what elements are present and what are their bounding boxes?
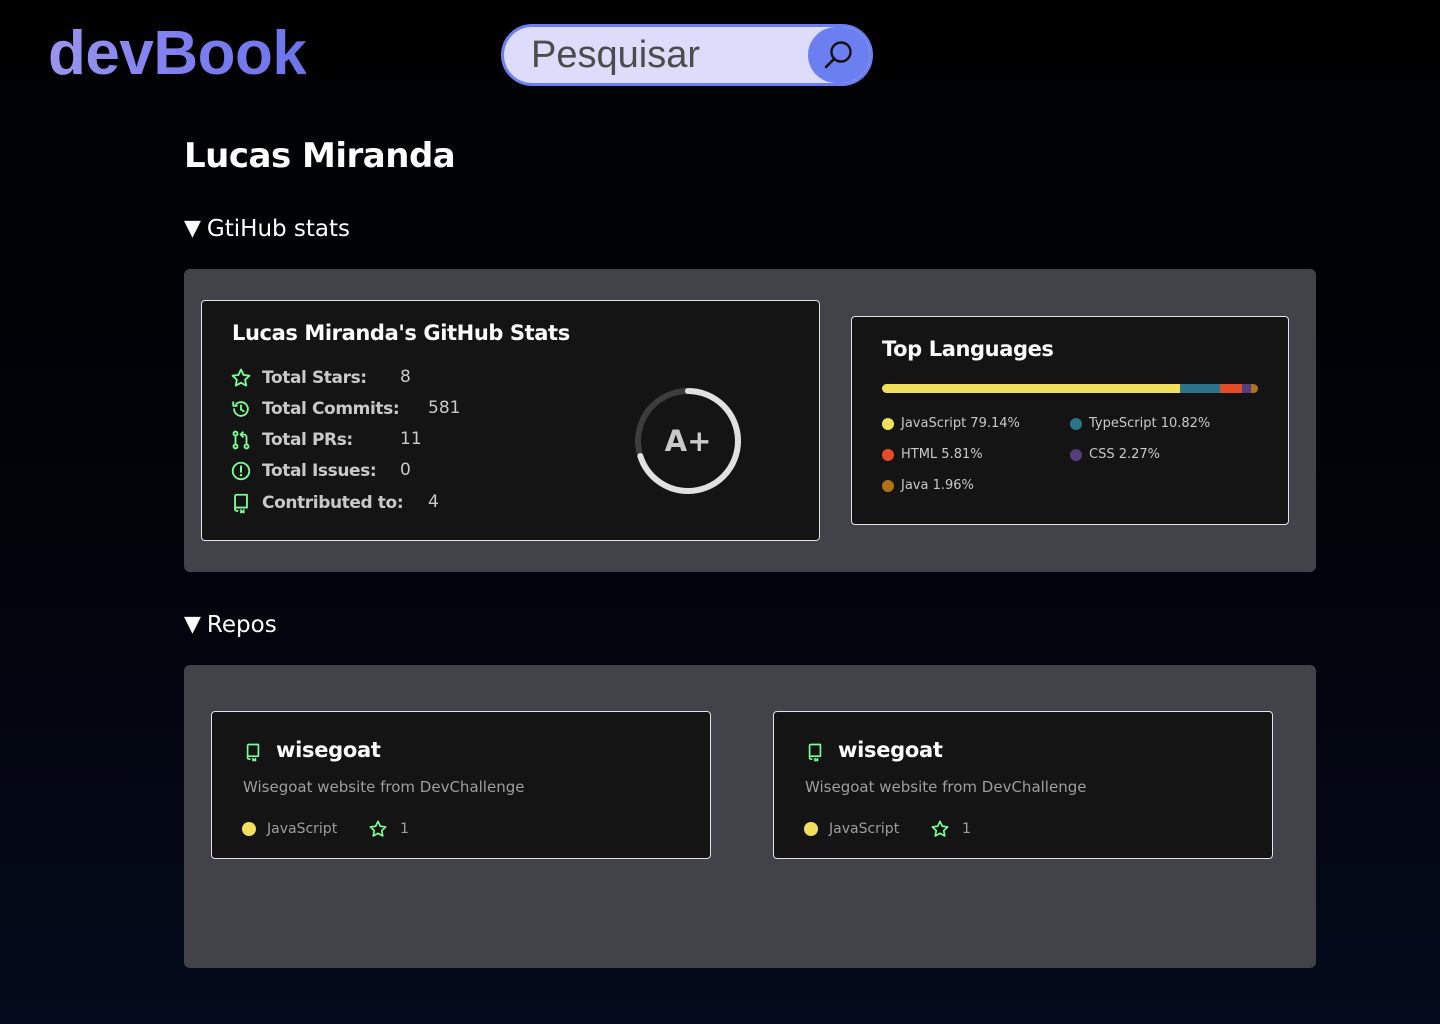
top-languages-card: Top Languages JavaScript 79.14% TypeScri… [851,316,1289,525]
language-bar-segment [1179,384,1221,393]
stat-label: Total PRs: [262,430,353,450]
stat-value: 0 [400,460,411,480]
repo-name-link[interactable]: wisegoat [838,738,943,762]
language-label: JavaScript 79.14% [901,416,1020,431]
repos-section-label: Repos [206,612,277,638]
language-legend-item: HTML 5.81% [882,447,983,462]
repo-icon [808,743,822,762]
star-icon [931,820,949,837]
language-label: HTML 5.81% [901,447,983,462]
languages-progress-bar [882,384,1258,393]
github-stats-card: Lucas Miranda's GitHub Stats Total Stars… [201,300,820,541]
language-bar-segment [1220,384,1243,393]
repos-section-toggle[interactable]: ▼ Repos [184,612,277,638]
language-bar-segment [1250,384,1258,393]
stat-value: 8 [400,367,411,387]
stat-value: 11 [400,429,422,449]
commit-history-icon [230,398,252,420]
star-icon [369,820,387,837]
repo-icon [230,492,252,514]
stats-panel: Lucas Miranda's GitHub Stats Total Stars… [184,269,1316,572]
language-color-dot [1070,417,1082,430]
logo[interactable]: devBook [48,18,307,90]
rank-ring: A+ [632,385,744,497]
stat-label: Total Issues: [262,461,377,481]
stat-row-commits: Total Commits: 581 [230,396,460,422]
stat-row-stars: Total Stars: 8 [230,365,411,391]
star-icon [230,367,252,389]
search-input[interactable] [504,27,804,83]
language-color-dot [882,479,894,492]
stat-row-prs: Total PRs: 11 [230,427,422,453]
language-color-dot [242,822,256,836]
search-button[interactable] [808,27,870,83]
stat-label: Total Stars: [262,368,367,388]
stat-value: 4 [428,492,439,512]
language-legend-item: TypeScript 10.82% [1070,416,1210,431]
repo-icon [246,743,260,762]
caret-down-icon: ▼ [184,612,201,637]
rank-grade: A+ [664,424,712,458]
repo-language: JavaScript [267,821,338,837]
language-color-dot [1070,448,1082,461]
search-icon [824,41,852,69]
stat-label: Contributed to: [262,493,404,513]
language-bar-segment [1242,384,1251,393]
language-legend-item: Java 1.96% [882,478,974,493]
language-label: CSS 2.27% [1089,447,1161,462]
language-legend-item: JavaScript 79.14% [882,416,1020,431]
stats-card-title: Lucas Miranda's GitHub Stats [232,321,570,345]
languages-card-title: Top Languages [882,337,1054,361]
language-color-dot [882,417,894,430]
repos-panel: wisegoat Wisegoat website from DevChalle… [184,665,1316,968]
language-label: TypeScript 10.82% [1089,416,1211,431]
language-bar-segment [882,384,1180,393]
repo-card[interactable]: wisegoat Wisegoat website from DevChalle… [773,711,1273,859]
language-color-dot [804,822,818,836]
language-color-dot [882,448,894,461]
stat-row-contributed: Contributed to: 4 [230,490,439,516]
stat-row-issues: Total Issues: 0 [230,458,411,484]
repo-language: JavaScript [829,821,900,837]
repo-name-link[interactable]: wisegoat [276,738,381,762]
stats-section-toggle[interactable]: ▼ GtiHub stats [184,216,350,242]
issue-icon [230,460,252,482]
language-legend-item: CSS 2.27% [1070,447,1160,462]
stats-section-label: GtiHub stats [206,216,351,242]
pull-request-icon [230,429,252,451]
repo-description: Wisegoat website from DevChallenge [243,778,525,796]
stat-label: Total Commits: [262,399,400,419]
stat-value: 581 [428,398,461,418]
repo-star-count: 1 [400,821,409,837]
search-bar [501,24,873,86]
caret-down-icon: ▼ [184,216,201,241]
repo-star-count: 1 [962,821,971,837]
repo-description: Wisegoat website from DevChallenge [805,778,1087,796]
repo-card[interactable]: wisegoat Wisegoat website from DevChalle… [211,711,711,859]
profile-name: Lucas Miranda [184,136,456,176]
language-label: Java 1.96% [901,478,974,493]
